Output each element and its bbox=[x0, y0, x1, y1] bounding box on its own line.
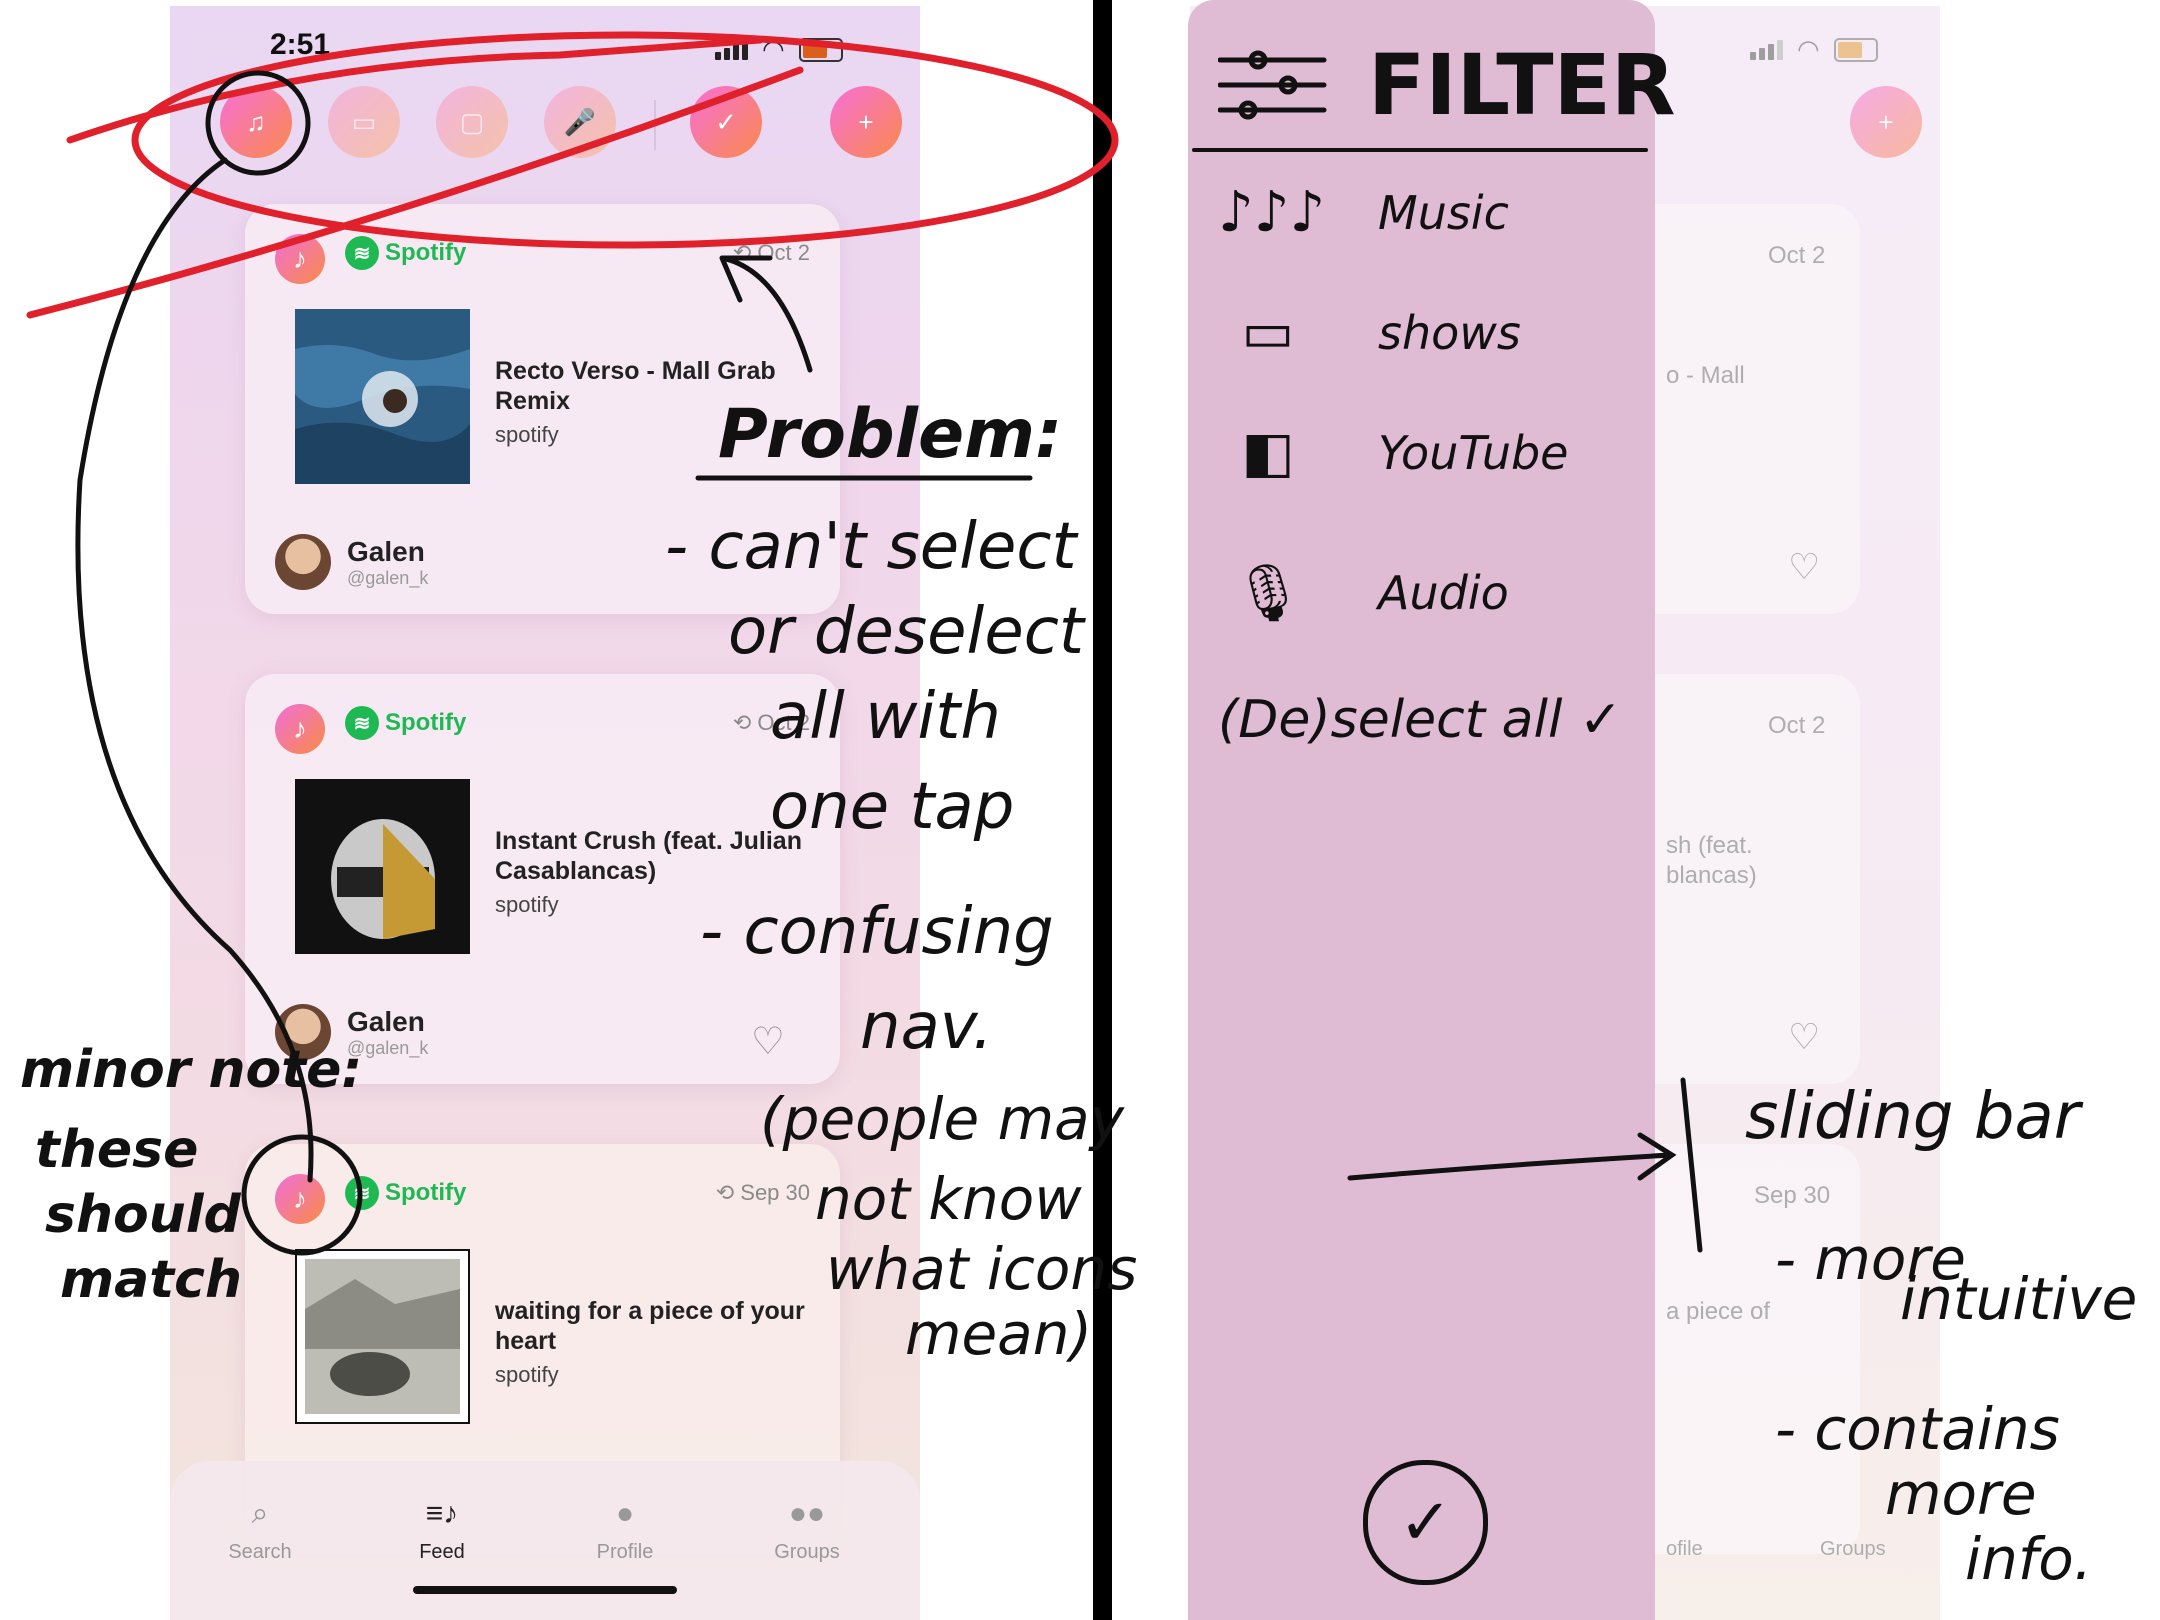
annotation-text: should bbox=[45, 1185, 241, 1245]
annotation-sliding-bar: sliding bar bbox=[1745, 1080, 2080, 1154]
pen-strokes bbox=[26, 31, 1703, 1256]
annotation-text: match bbox=[60, 1250, 242, 1310]
annotation-text: all with bbox=[770, 680, 1001, 754]
red-scribble bbox=[26, 31, 1119, 319]
annotation-text: nav. bbox=[860, 990, 993, 1064]
annotation-text: what icons bbox=[826, 1235, 1138, 1303]
annotation-text: info. bbox=[1965, 1525, 2093, 1593]
annotation-text: or deselect bbox=[728, 595, 1084, 669]
annotation-text: not know bbox=[815, 1165, 1082, 1233]
annotation-text: mean) bbox=[905, 1300, 1093, 1368]
annotation-text: intuitive bbox=[1900, 1265, 2138, 1333]
annotation-text: - confusing bbox=[700, 895, 1054, 969]
annotation-minor-note: minor note: bbox=[20, 1040, 363, 1100]
annotation-text: - contains bbox=[1775, 1395, 2060, 1463]
annotation-text: more bbox=[1885, 1460, 2037, 1528]
annotation-text: - can't select bbox=[665, 510, 1077, 584]
annotation-text: these bbox=[35, 1120, 199, 1180]
annotation-text: (people may bbox=[760, 1085, 1125, 1153]
annotation-text: one tap bbox=[770, 770, 1015, 844]
annotation-problem-heading: Problem: bbox=[718, 395, 1063, 474]
